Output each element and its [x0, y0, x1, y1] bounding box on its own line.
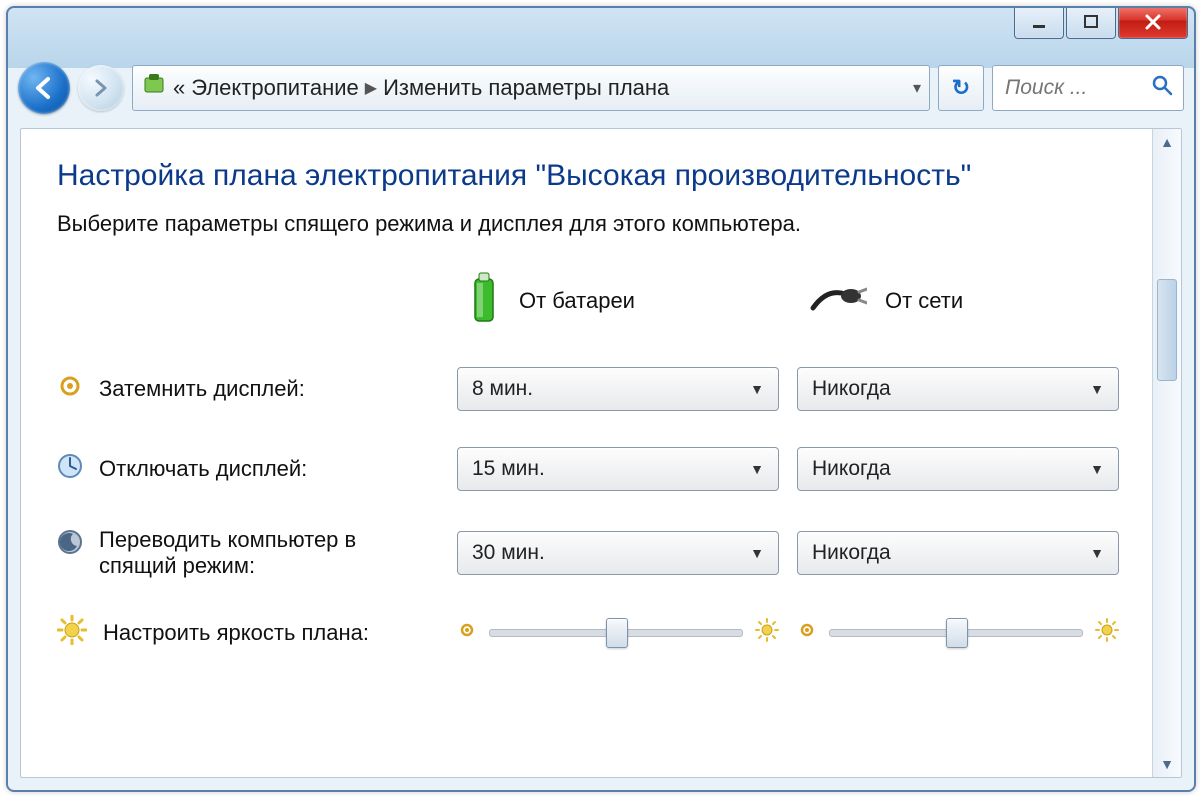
- chevron-down-icon: ▼: [1090, 545, 1104, 561]
- search-input[interactable]: [1003, 75, 1117, 101]
- window-controls: [1014, 6, 1188, 39]
- breadcrumb-level1[interactable]: Электропитание: [191, 75, 359, 101]
- dim-display-plugged-dropdown[interactable]: Никогда ▼: [797, 367, 1119, 411]
- control-panel-icon: [141, 72, 167, 104]
- dim-display-battery-value: 8 мин.: [472, 377, 533, 401]
- column-header-battery: От батареи: [457, 271, 797, 331]
- row-turnoff-label: Отключать дисплей:: [99, 456, 307, 482]
- breadcrumb-level2[interactable]: Изменить параметры плана: [383, 75, 669, 101]
- brightness-plugged-slider-row: [797, 618, 1119, 648]
- breadcrumb[interactable]: « Электропитание ▶ Изменить параметры пл…: [132, 65, 930, 111]
- row-brightness-label: Настроить яркость плана:: [103, 620, 369, 646]
- back-arrow-icon: [31, 75, 57, 101]
- search-icon: [1151, 74, 1173, 102]
- turnoff-display-plugged-value: Никогда: [812, 457, 891, 481]
- brightness-battery-slider[interactable]: [489, 629, 743, 637]
- chevron-down-icon: ▼: [750, 461, 764, 477]
- page-subtitle: Выберите параметры спящего режима и дисп…: [57, 211, 1124, 237]
- brightness-high-icon: [1095, 618, 1119, 648]
- sleep-plugged-value: Никогда: [812, 541, 891, 565]
- window-frame: « Электропитание ▶ Изменить параметры пл…: [6, 6, 1196, 792]
- vertical-scrollbar[interactable]: ▲ ▼: [1152, 129, 1181, 777]
- row-sleep-label: Переводить компьютер в спящий режим:: [99, 527, 429, 579]
- maximize-button[interactable]: [1066, 6, 1116, 39]
- breadcrumb-dropdown-icon[interactable]: ▾: [913, 78, 921, 98]
- column-header-plugged: От сети: [797, 280, 1137, 322]
- row-brightness: Настроить яркость плана:: [57, 615, 457, 651]
- minimize-icon: [1031, 14, 1047, 30]
- turnoff-display-battery-dropdown[interactable]: 15 мин. ▼: [457, 447, 779, 491]
- chevron-down-icon: ▼: [750, 381, 764, 397]
- content: Настройка плана электропитания "Высокая …: [21, 129, 1152, 777]
- sun-icon: [57, 615, 87, 651]
- column-header-battery-label: От батареи: [519, 288, 635, 314]
- close-icon: [1143, 12, 1163, 32]
- slider-thumb[interactable]: [606, 618, 628, 648]
- brightness-plugged-slider[interactable]: [829, 629, 1083, 637]
- battery-icon: [467, 271, 501, 331]
- maximize-icon: [1083, 14, 1099, 30]
- turnoff-display-battery-value: 15 мин.: [472, 457, 545, 481]
- forward-button[interactable]: [78, 65, 124, 111]
- breadcrumb-separator-icon: ▶: [365, 78, 377, 98]
- sleep-battery-dropdown[interactable]: 30 мин. ▼: [457, 531, 779, 575]
- brightness-low-icon: [457, 620, 477, 646]
- moon-icon: [57, 529, 83, 561]
- chevron-down-icon: ▼: [750, 545, 764, 561]
- dim-display-plugged-value: Никогда: [812, 377, 891, 401]
- brightness-battery-slider-row: [457, 618, 779, 648]
- slider-thumb[interactable]: [946, 618, 968, 648]
- scroll-down-arrow[interactable]: ▼: [1153, 751, 1181, 777]
- settings-grid: От батареи От сети: [57, 271, 1124, 651]
- dim-icon: [57, 373, 83, 405]
- row-turnoff-display: Отключать дисплей:: [57, 453, 457, 485]
- close-button[interactable]: [1118, 6, 1188, 39]
- row-sleep: Переводить компьютер в спящий режим:: [57, 527, 457, 579]
- forward-arrow-icon: [90, 77, 112, 99]
- refresh-button[interactable]: ↻: [938, 65, 984, 111]
- chevron-down-icon: ▼: [1090, 381, 1104, 397]
- back-button[interactable]: [18, 62, 70, 114]
- scroll-up-arrow[interactable]: ▲: [1153, 129, 1181, 155]
- scroll-thumb[interactable]: [1157, 279, 1177, 381]
- content-pane: Настройка плана электропитания "Высокая …: [20, 128, 1182, 778]
- turnoff-display-plugged-dropdown[interactable]: Никогда ▼: [797, 447, 1119, 491]
- sleep-plugged-dropdown[interactable]: Никогда ▼: [797, 531, 1119, 575]
- sleep-battery-value: 30 мин.: [472, 541, 545, 565]
- breadcrumb-prefix: «: [173, 75, 185, 101]
- nav-row: « Электропитание ▶ Изменить параметры пл…: [18, 58, 1184, 118]
- brightness-low-icon: [797, 620, 817, 646]
- search-box[interactable]: [992, 65, 1184, 111]
- refresh-icon: ↻: [952, 75, 970, 101]
- chevron-down-icon: ▼: [1090, 461, 1104, 477]
- page-title: Настройка плана электропитания "Высокая …: [57, 159, 1124, 193]
- row-dim-label: Затемнить дисплей:: [99, 376, 305, 402]
- monitor-icon: [57, 453, 83, 485]
- column-header-plugged-label: От сети: [885, 288, 963, 314]
- minimize-button[interactable]: [1014, 6, 1064, 39]
- plug-icon: [807, 280, 867, 322]
- brightness-high-icon: [755, 618, 779, 648]
- row-dim-display: Затемнить дисплей:: [57, 373, 457, 405]
- dim-display-battery-dropdown[interactable]: 8 мин. ▼: [457, 367, 779, 411]
